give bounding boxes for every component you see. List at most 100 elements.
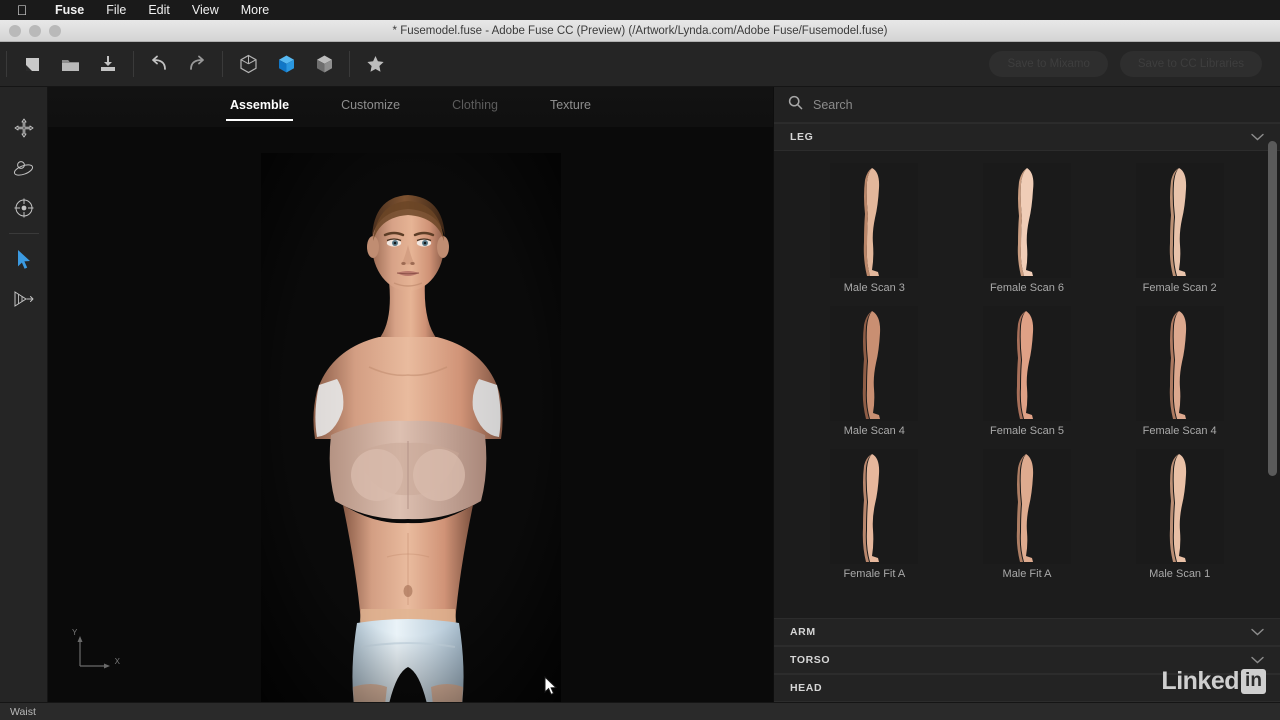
minimize-window-button[interactable] (29, 24, 41, 37)
leg-thumbnail[interactable] (1135, 163, 1224, 278)
undo-icon[interactable] (140, 47, 178, 81)
leg-thumbnail[interactable] (982, 163, 1071, 278)
section-header-arm[interactable]: ARM (774, 618, 1280, 646)
collapsed-sections: ARM TORSO HEAD (774, 618, 1280, 702)
new-document-icon[interactable] (13, 47, 51, 81)
window-title-bar: * Fusemodel.fuse - Adobe Fuse CC (Previe… (0, 20, 1280, 42)
content-library-panel: Search LEG Male Scan 3 Female Scan 6 Fem… (773, 87, 1280, 702)
model-stage[interactable]: Y X CG 人人素材 然后加上躯干和腿部、手臂 (48, 87, 773, 702)
tab-clothing[interactable]: Clothing (452, 98, 498, 121)
character-model[interactable] (260, 153, 561, 702)
save-to-mixamo-button[interactable]: Save to Mixamo (989, 51, 1108, 77)
pan-tool-icon[interactable] (6, 109, 42, 147)
chevron-down-icon[interactable] (1251, 651, 1264, 669)
library-item[interactable]: Male Fit A (951, 449, 1104, 592)
axis-y-label: Y (72, 628, 78, 637)
cube-shaded-icon[interactable] (305, 47, 343, 81)
section-title-leg: LEG (790, 131, 814, 143)
chevron-down-icon[interactable] (1251, 128, 1264, 146)
library-item-label: Male Scan 4 (843, 425, 905, 437)
library-item-label: Male Fit A (1002, 568, 1052, 580)
search-icon (788, 95, 803, 115)
symmetry-tool-icon[interactable] (6, 280, 42, 318)
fuse-application-window:  Fuse File Edit View More * Fusemodel.f… (0, 0, 1280, 720)
leg-thumbnail[interactable] (1135, 449, 1224, 564)
tab-texture[interactable]: Texture (550, 98, 591, 121)
window-controls[interactable] (0, 24, 61, 37)
rail-divider (8, 233, 39, 234)
status-message: Waist (10, 705, 36, 718)
cube-wireframe-icon[interactable] (229, 47, 267, 81)
close-window-button[interactable] (9, 24, 21, 37)
tab-customize[interactable]: Customize (341, 98, 400, 121)
search-input[interactable]: Search (813, 98, 853, 112)
library-item-label: Male Scan 1 (1149, 568, 1211, 580)
toolbar-favorites-group (356, 42, 394, 87)
search-bar[interactable]: Search (774, 87, 1280, 123)
library-item[interactable]: Male Scan 3 (798, 163, 951, 306)
toolbar-divider (133, 51, 134, 77)
section-header-leg[interactable]: LEG (774, 123, 1280, 151)
menu-item-view[interactable]: View (181, 0, 230, 20)
library-item[interactable]: Female Fit A (798, 449, 951, 592)
section-title-torso: TORSO (790, 654, 831, 666)
menu-item-file[interactable]: File (95, 0, 137, 20)
apple-logo-icon[interactable]:  (14, 2, 30, 18)
library-item[interactable]: Female Scan 4 (1103, 306, 1256, 449)
leg-thumbnail[interactable] (982, 449, 1071, 564)
save-to-cc-libraries-button[interactable]: Save to CC Libraries (1119, 51, 1262, 77)
leg-thumbnail[interactable] (830, 449, 919, 564)
axis-x-label: X (114, 657, 120, 666)
app-toolbar: Save to Mixamo Save to CC Libraries (0, 42, 1280, 87)
section-title-arm: ARM (790, 626, 816, 638)
library-item[interactable]: Female Scan 6 (951, 163, 1104, 306)
library-item[interactable]: Male Scan 4 (798, 306, 951, 449)
star-icon[interactable] (356, 47, 394, 81)
3d-viewport[interactable]: Y X CG 人人素材 然后加上躯干和腿部、手臂 Assemble Custom… (48, 87, 773, 702)
leg-thumbnail-grid: Male Scan 3 Female Scan 6 Female Scan 2 … (774, 151, 1280, 592)
library-item-label: Female Scan 2 (1142, 282, 1217, 294)
tab-assemble[interactable]: Assemble (225, 98, 294, 121)
toolbar-history-group (140, 42, 216, 87)
library-scroll-area[interactable]: LEG Male Scan 3 Female Scan 6 Female Sca… (774, 123, 1280, 618)
leg-thumbnail[interactable] (830, 306, 919, 421)
chevron-down-icon[interactable] (1251, 623, 1264, 641)
vertical-scrollbar[interactable] (1268, 123, 1277, 618)
redo-icon[interactable] (178, 47, 216, 81)
library-item-label: Female Fit A (843, 568, 906, 580)
leg-thumbnail[interactable] (1135, 306, 1224, 421)
library-item-label: Female Scan 4 (1142, 425, 1217, 437)
toolbar-view-group (229, 42, 343, 87)
toolbar-actions: Save to Mixamo Save to CC Libraries (989, 51, 1280, 77)
section-header-torso[interactable]: TORSO (774, 646, 1280, 674)
status-bar: Waist (0, 702, 1280, 720)
leg-thumbnail[interactable] (982, 306, 1071, 421)
menu-item-edit[interactable]: Edit (137, 0, 181, 20)
toolbar-divider (6, 51, 7, 77)
maximize-window-button[interactable] (49, 24, 61, 37)
leg-thumbnail[interactable] (830, 163, 919, 278)
cube-solid-icon[interactable] (267, 47, 305, 81)
toolbar-file-group (13, 42, 127, 87)
open-folder-icon[interactable] (51, 47, 89, 81)
macos-menu-bar:  Fuse File Edit View More (0, 0, 1280, 20)
library-item[interactable]: Female Scan 5 (951, 306, 1104, 449)
section-header-head[interactable]: HEAD (774, 674, 1280, 702)
chevron-down-icon[interactable] (1251, 679, 1264, 697)
library-item[interactable]: Female Scan 2 (1103, 163, 1256, 306)
orbit-tool-icon[interactable] (6, 149, 42, 187)
select-cursor-tool-icon[interactable] (6, 240, 42, 278)
scrollbar-thumb[interactable] (1268, 141, 1277, 476)
axis-gizmo: Y X (72, 628, 120, 674)
menu-item-more[interactable]: More (230, 0, 280, 20)
library-item-label: Female Scan 5 (990, 425, 1064, 437)
toolbar-divider (349, 51, 350, 77)
left-tool-rail (0, 87, 48, 702)
library-item-label: Male Scan 3 (843, 282, 905, 294)
library-item[interactable]: Male Scan 1 (1103, 449, 1256, 592)
window-title: * Fusemodel.fuse - Adobe Fuse CC (Previe… (392, 24, 888, 37)
library-item-label: Female Scan 6 (990, 282, 1064, 294)
zoom-target-tool-icon[interactable] (6, 189, 42, 227)
import-save-icon[interactable] (89, 47, 127, 81)
menu-item-fuse[interactable]: Fuse (44, 0, 95, 20)
